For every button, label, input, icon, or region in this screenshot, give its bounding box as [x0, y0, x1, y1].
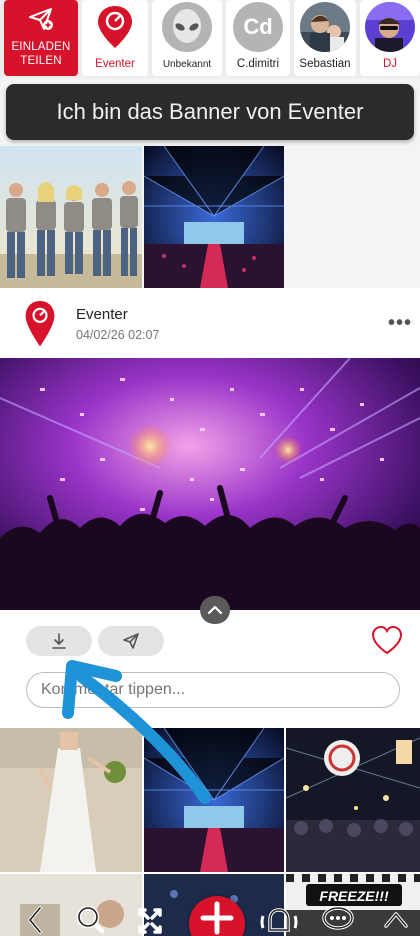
share-button[interactable]	[98, 626, 164, 656]
search-icon	[76, 905, 105, 934]
map-pin-logo-icon	[25, 300, 55, 347]
invite-share-button[interactable]: EINLADEN TEILEN	[4, 0, 78, 76]
download-icon	[52, 633, 66, 649]
alien-icon	[162, 2, 212, 52]
share-icon	[123, 633, 139, 649]
more-options-icon[interactable]: •••	[388, 313, 412, 333]
send-icon	[29, 8, 53, 30]
initials-avatar: Cd	[233, 2, 283, 52]
person-tile-unbekannt[interactable]: Unbekannt	[152, 0, 222, 76]
avatar	[365, 2, 415, 52]
gallery-photo-group[interactable]	[0, 146, 142, 288]
fullscreen-button[interactable]	[132, 900, 168, 936]
chat-icon	[322, 906, 354, 930]
download-button[interactable]	[26, 626, 92, 656]
event-banner: Ich bin das Banner von Eventer	[6, 84, 414, 140]
app-screen: EINLADEN TEILEN Eventer Unbekannt Cd C.d…	[0, 0, 420, 936]
gallery-photo-party[interactable]	[286, 728, 420, 872]
collapse-button[interactable]	[200, 596, 230, 624]
map-pin-logo-icon	[98, 6, 132, 48]
chat-button[interactable]	[320, 900, 356, 936]
person-name: Unbekannt	[162, 59, 212, 70]
person-tile-sebastian[interactable]: Sebastian	[294, 0, 356, 76]
invite-label: EINLADEN TEILEN	[11, 41, 71, 67]
person-tile-dj[interactable]: DJ	[360, 0, 420, 76]
post-date: 04/02/26 02:07	[76, 328, 160, 342]
scroll-top-button[interactable]	[378, 900, 414, 936]
plus-icon	[200, 901, 234, 935]
notifications-button[interactable]	[258, 900, 298, 936]
chevron-up-icon	[207, 605, 223, 615]
gallery-photo-bride[interactable]	[0, 728, 142, 872]
bell-icon	[260, 908, 298, 932]
post-card: Eventer 04/02/26 02:07 •••	[0, 288, 420, 728]
search-button[interactable]	[72, 900, 108, 936]
gallery-photo-stage[interactable]	[144, 728, 284, 872]
add-post-button[interactable]	[189, 896, 245, 936]
back-button[interactable]	[18, 900, 54, 936]
avatar	[300, 2, 350, 52]
comment-input[interactable]	[26, 672, 400, 708]
people-strip: EINLADEN TEILEN Eventer Unbekannt Cd C.d…	[0, 0, 420, 78]
person-tile-eventer[interactable]: Eventer	[82, 0, 148, 76]
person-tile-cdimitri[interactable]: Cd C.dimitri	[226, 0, 290, 76]
gallery-photo-stage[interactable]	[144, 146, 284, 288]
back-icon	[28, 906, 42, 934]
chevron-up-icon	[384, 912, 408, 928]
person-name: DJ	[382, 58, 398, 70]
post-photo[interactable]	[0, 358, 420, 610]
person-name: Sebastian	[299, 58, 351, 70]
expand-icon	[138, 908, 162, 934]
heart-icon[interactable]	[370, 624, 404, 656]
person-name: Eventer	[95, 58, 135, 70]
person-name: C.dimitri	[236, 58, 280, 70]
post-author: Eventer	[76, 306, 128, 323]
